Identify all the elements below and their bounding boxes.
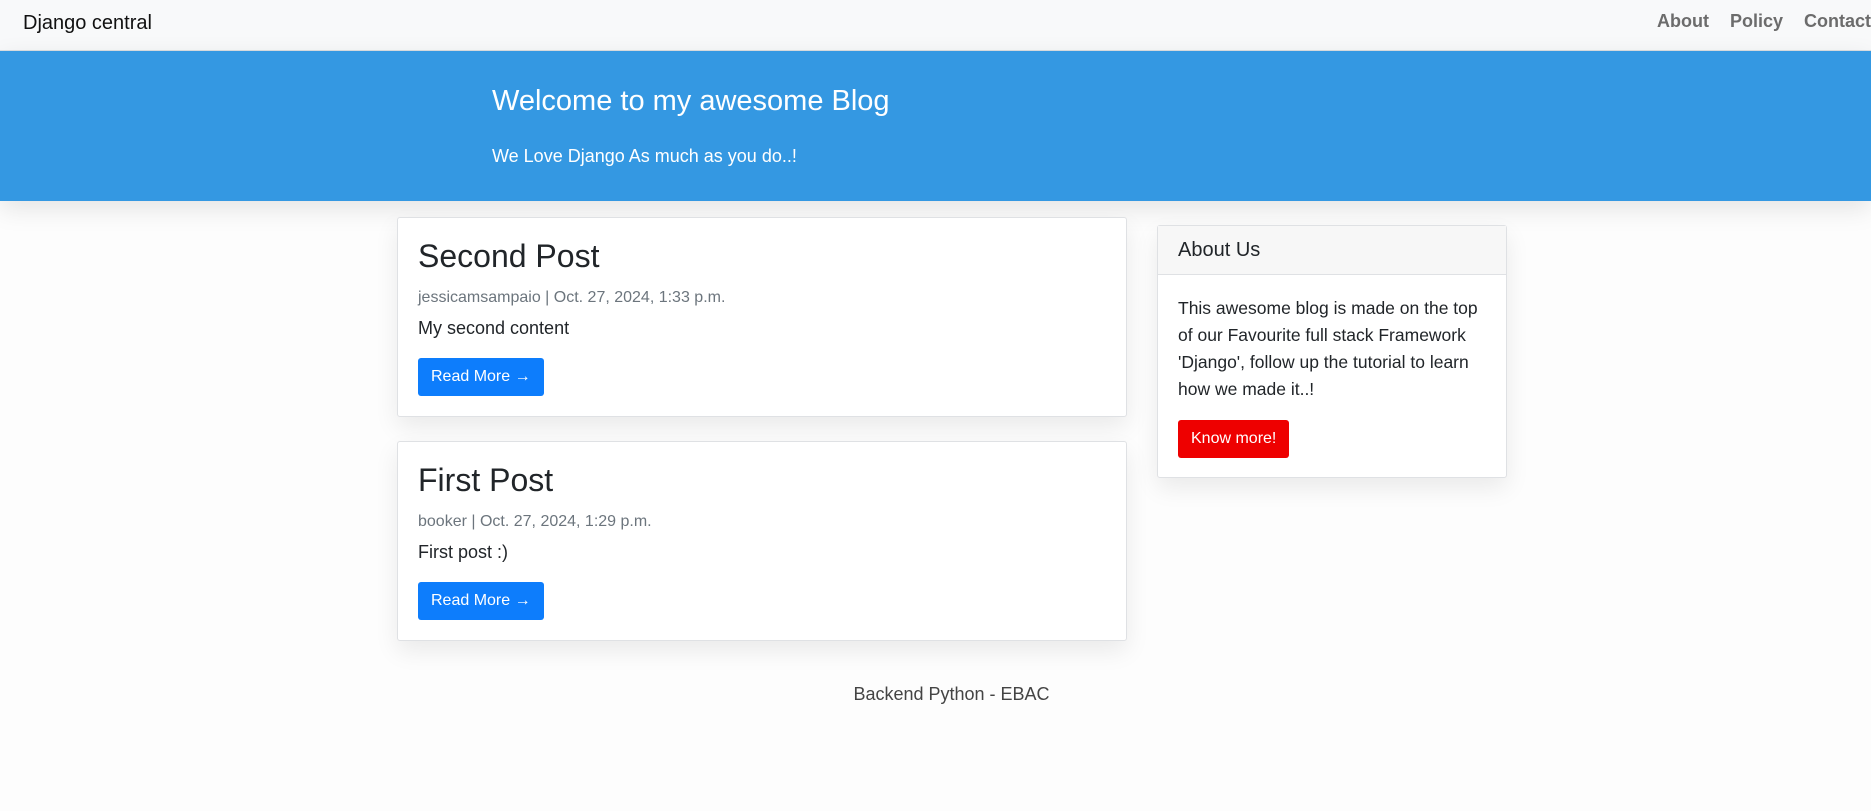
post-card-first: First Post booker | Oct. 27, 2024, 1:29 … bbox=[397, 441, 1127, 641]
post-content: First post :) bbox=[418, 542, 509, 562]
post-content: My second content bbox=[418, 318, 570, 338]
post-card-second: Second Post jessicamsampaio | Oct. 27, 2… bbox=[397, 217, 1127, 417]
masthead-header: Welcome to my awesome Blog We Love Djang… bbox=[0, 51, 1871, 201]
post-title: Second Post bbox=[418, 238, 600, 274]
nav-link-contact[interactable]: Contact bbox=[1804, 11, 1871, 33]
nav-link-policy[interactable]: Policy bbox=[1730, 11, 1783, 33]
masthead-subtitle: We Love Django As much as you do..! bbox=[492, 146, 797, 166]
about-us-text: This awesome blog is made on the top of … bbox=[1178, 298, 1478, 399]
post-meta: booker | Oct. 27, 2024, 1:29 p.m. bbox=[418, 513, 652, 530]
read-more-button[interactable]: Read More → bbox=[418, 358, 544, 396]
about-us-card: About Us This awesome blog is made on th… bbox=[1157, 225, 1507, 478]
nav-links: About Policy Contact bbox=[1636, 11, 1871, 33]
footer-text: Backend Python - EBAC bbox=[853, 684, 1050, 704]
brand-link[interactable]: Django central bbox=[23, 11, 152, 35]
nav-link-about[interactable]: About bbox=[1657, 11, 1709, 33]
about-us-title: About Us bbox=[1178, 239, 1261, 261]
post-meta: jessicamsampaio | Oct. 27, 2024, 1:33 p.… bbox=[418, 289, 726, 306]
masthead-title: Welcome to my awesome Blog bbox=[492, 85, 890, 117]
know-more-button[interactable]: Know more! bbox=[1178, 420, 1290, 458]
about-us-header: About Us bbox=[1158, 226, 1506, 275]
post-title: First Post bbox=[418, 462, 554, 498]
read-more-button[interactable]: Read More → bbox=[418, 582, 544, 620]
top-navbar: Django central About Policy Contact bbox=[0, 0, 1871, 51]
